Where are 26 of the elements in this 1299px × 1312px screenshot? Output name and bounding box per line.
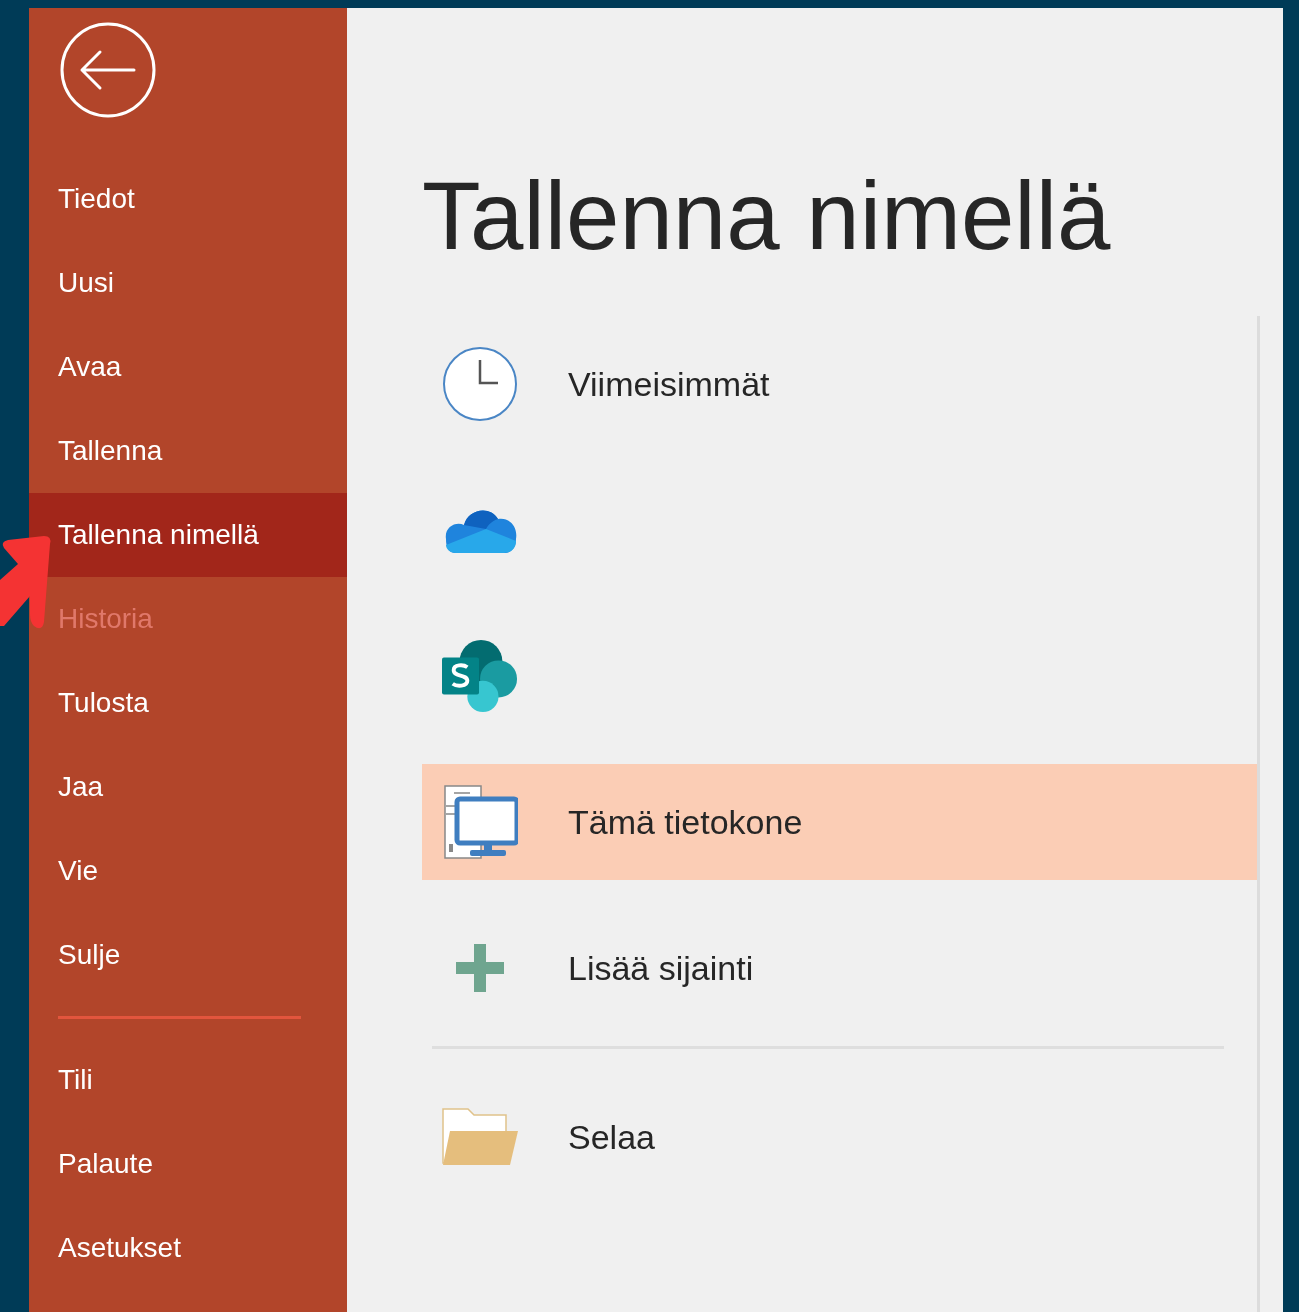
- menu-item[interactable]: Tallenna: [29, 409, 347, 493]
- location-label: Viimeisimmät: [568, 364, 770, 404]
- location-item[interactable]: Viimeisimmät: [422, 326, 1257, 442]
- location-item[interactable]: Tämä tietokone: [422, 764, 1257, 880]
- clock-icon: [442, 346, 518, 422]
- menu-item[interactable]: Uusi: [29, 241, 347, 325]
- menu-item[interactable]: Vie: [29, 829, 347, 913]
- back-icon[interactable]: [60, 22, 156, 118]
- menu-item[interactable]: Palaute: [29, 1122, 347, 1206]
- computer-icon: [442, 784, 518, 860]
- location-label: Selaa: [568, 1117, 655, 1157]
- location-label: Lisää sijainti: [568, 948, 754, 988]
- menu-item[interactable]: Sulje: [29, 913, 347, 997]
- menu-item[interactable]: Asetukset: [29, 1206, 347, 1290]
- menu-item[interactable]: Jaa: [29, 745, 347, 829]
- menu-item[interactable]: Avaa: [29, 325, 347, 409]
- menu-item[interactable]: Tili: [29, 1038, 347, 1122]
- browse-item[interactable]: Selaa: [422, 1079, 1257, 1195]
- folder-icon: [442, 1107, 518, 1167]
- menu-item[interactable]: Tallenna nimellä: [29, 493, 347, 577]
- page-title: Tallenna nimellä: [422, 166, 1112, 266]
- menu-item[interactable]: Tulosta: [29, 661, 347, 745]
- sharepoint-icon: [442, 637, 518, 715]
- location-item[interactable]: Lisää sijainti: [422, 910, 1257, 1026]
- location-label: Tämä tietokone: [568, 802, 803, 842]
- menu-item[interactable]: Tiedot: [29, 157, 347, 241]
